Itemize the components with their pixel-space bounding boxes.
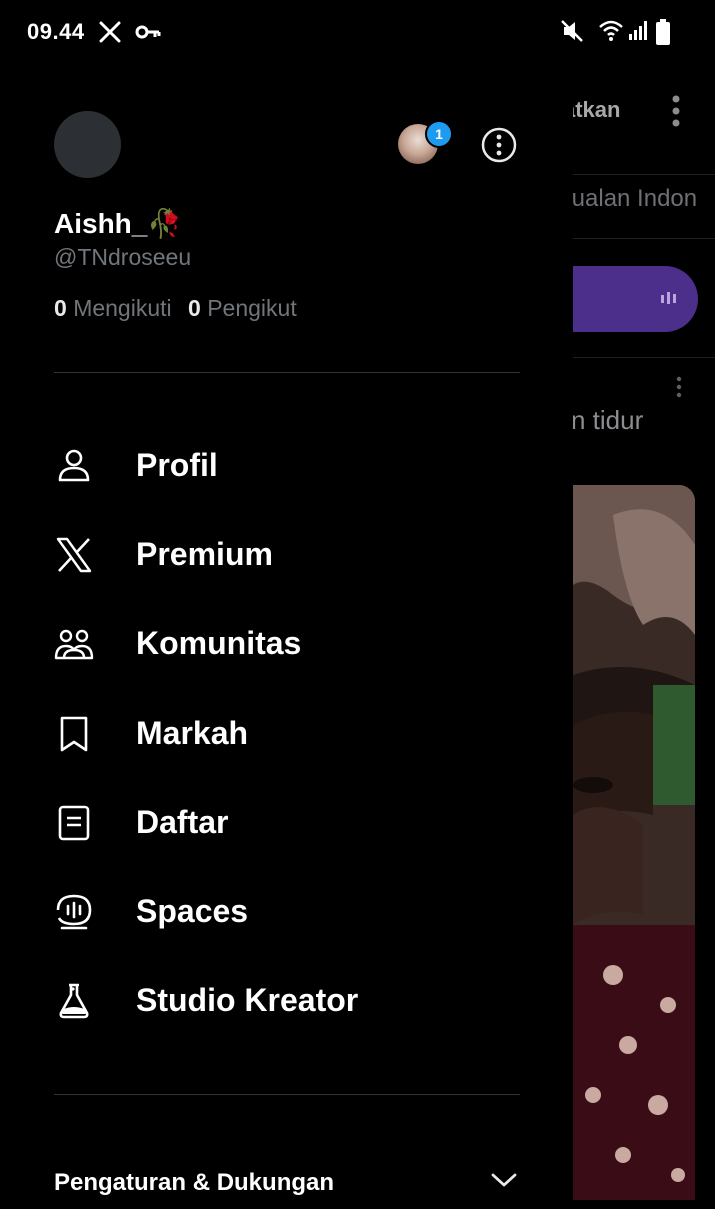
navigation-drawer: 1 Aishh_🥀 @TNdroseeu 0 Mengikuti 0 Pengi… xyxy=(0,64,573,1200)
x-logo-icon xyxy=(54,535,94,575)
followers-count: 0 xyxy=(188,295,201,321)
settings-support-label: Pengaturan & Dukungan xyxy=(54,1169,335,1196)
chevron-down-icon xyxy=(490,1171,518,1194)
following-link[interactable]: 0 Mengikuti xyxy=(54,295,172,321)
display-name[interactable]: Aishh_🥀 xyxy=(54,207,182,240)
menu-item-label: Premium xyxy=(136,536,273,572)
background-tab: tualan Indon xyxy=(573,185,698,212)
menu-item-label: Daftar xyxy=(136,804,229,840)
following-label: Mengikuti xyxy=(73,295,172,321)
follow-stats: 0 Mengikuti 0 Pengikut xyxy=(54,295,297,322)
settings-support-toggle[interactable]: Pengaturan & Dukungan xyxy=(54,1159,520,1209)
communities-icon xyxy=(54,624,94,664)
spaces-icon xyxy=(54,892,94,932)
more-vertical-icon xyxy=(671,94,681,133)
menu-item-label: Spaces xyxy=(136,893,249,929)
battery-icon xyxy=(656,19,670,50)
x-logo-icon xyxy=(98,20,122,49)
background-divider xyxy=(573,238,715,239)
notification-badge: 1 xyxy=(425,120,453,148)
menu-item-bookmarks[interactable]: Markah xyxy=(54,702,534,766)
menu-item-spaces[interactable]: Spaces xyxy=(54,880,534,944)
bookmark-icon xyxy=(54,714,94,754)
background-post-text: n tidur xyxy=(573,405,644,435)
status-time: 09.44 xyxy=(27,19,85,44)
followers-link[interactable]: 0 Pengikut xyxy=(188,295,297,321)
menu-item-profile[interactable]: Profil xyxy=(54,434,534,498)
list-icon xyxy=(54,803,94,843)
menu-item-label: Profil xyxy=(136,447,218,483)
flask-icon xyxy=(54,981,94,1021)
menu-item-communities[interactable]: Komunitas xyxy=(54,612,534,676)
user-handle: @TNdroseeu xyxy=(54,244,192,270)
mute-icon xyxy=(560,18,584,49)
background-feed: atkan tualan Indon n tidur xyxy=(573,64,715,1200)
menu-item-premium[interactable]: Premium xyxy=(54,523,534,587)
signal-icon xyxy=(628,18,650,47)
divider xyxy=(54,372,520,373)
background-header-title: atkan xyxy=(573,97,621,122)
background-divider xyxy=(573,357,715,358)
background-divider xyxy=(573,174,715,175)
following-count: 0 xyxy=(54,295,67,321)
background-post-image xyxy=(573,485,695,1200)
menu-item-creator-studio[interactable]: Studio Kreator xyxy=(54,969,534,1033)
audio-bars-icon xyxy=(661,290,681,311)
vpn-key-icon xyxy=(135,22,161,47)
menu-item-label: Markah xyxy=(136,715,249,751)
menu-item-label: Komunitas xyxy=(136,625,302,661)
post-more-icon xyxy=(675,376,683,403)
followers-label: Pengikut xyxy=(207,295,297,321)
person-icon xyxy=(54,446,94,486)
wifi-icon xyxy=(598,18,624,47)
avatar[interactable] xyxy=(54,111,121,178)
status-bar: 09.44 xyxy=(0,0,715,64)
more-options-icon xyxy=(481,127,517,163)
more-options-button[interactable] xyxy=(481,127,517,163)
menu-item-lists[interactable]: Daftar xyxy=(54,791,534,855)
menu-item-label: Studio Kreator xyxy=(136,982,359,1018)
divider xyxy=(54,1094,520,1095)
